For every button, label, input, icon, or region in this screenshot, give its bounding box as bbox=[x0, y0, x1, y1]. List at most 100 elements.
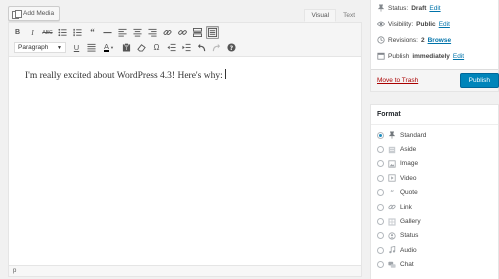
visibility-row: Visibility: Public Edit bbox=[371, 16, 498, 32]
post-content-area[interactable]: I'm really excited about WordPress 4.3! … bbox=[9, 57, 361, 93]
format-option-link[interactable]: Link bbox=[371, 200, 498, 214]
add-media-label: Add Media bbox=[23, 10, 55, 17]
post-content-text: I'm really excited about WordPress 4.3! … bbox=[25, 71, 223, 81]
publish-button[interactable]: Publish bbox=[459, 73, 499, 88]
visibility-label: Visibility: bbox=[388, 20, 414, 28]
italic-icon[interactable]: I bbox=[26, 26, 39, 39]
format-radio[interactable] bbox=[377, 261, 384, 269]
format-select[interactable]: Paragraph ▼ bbox=[14, 42, 66, 53]
publish-box: Status: Draft Edit Visibility: Public Ed… bbox=[370, 0, 499, 92]
justify-icon[interactable] bbox=[85, 41, 98, 54]
link-icon[interactable] bbox=[161, 26, 174, 39]
media-icon bbox=[12, 9, 22, 19]
format-radio[interactable] bbox=[377, 146, 384, 154]
image-icon bbox=[388, 160, 396, 168]
format-option-gallery[interactable]: Gallery bbox=[371, 214, 498, 228]
pin-icon bbox=[388, 131, 396, 139]
horizontal-rule-icon[interactable] bbox=[101, 26, 114, 39]
bullet-list-icon[interactable] bbox=[56, 26, 69, 39]
gallery-icon bbox=[388, 217, 396, 226]
move-to-trash-link[interactable]: Move to Trash bbox=[377, 77, 418, 84]
format-radio[interactable] bbox=[377, 174, 384, 182]
revisions-row: Revisions: 2 Browse bbox=[371, 32, 498, 48]
paste-text-icon[interactable]: T bbox=[120, 41, 133, 54]
editor-box: B I ABC “ Paragraph ▼ U A ▼ T Ω ? I'm re… bbox=[8, 22, 362, 277]
format-option-label: Standard bbox=[400, 131, 427, 139]
toolbar-row-1: B I ABC “ bbox=[11, 25, 359, 40]
format-option-standard[interactable]: Standard bbox=[371, 128, 498, 142]
add-media-button[interactable]: Add Media bbox=[8, 6, 61, 21]
underline-icon[interactable]: U bbox=[70, 41, 83, 54]
eye-icon bbox=[377, 20, 385, 28]
format-option-chat[interactable]: Chat bbox=[371, 258, 498, 272]
post-editor: Add Media Visual Text B I ABC “ Paragrap… bbox=[0, 0, 362, 279]
tab-text[interactable]: Text bbox=[336, 9, 362, 22]
toolbar-toggle-icon[interactable] bbox=[206, 26, 219, 39]
format-option-audio[interactable]: Audio bbox=[371, 243, 498, 257]
text-color-icon[interactable]: A ▼ bbox=[100, 41, 118, 54]
format-option-label: Audio bbox=[400, 246, 417, 254]
calendar-icon bbox=[377, 52, 385, 60]
format-radio[interactable] bbox=[377, 131, 384, 139]
format-option-label: Gallery bbox=[400, 218, 421, 226]
format-option-quote[interactable]: “ Quote bbox=[371, 186, 498, 200]
audio-icon bbox=[388, 246, 396, 254]
numbered-list-icon[interactable] bbox=[71, 26, 84, 39]
editor-tabs: Visual Text bbox=[304, 9, 362, 22]
strikethrough-icon[interactable]: ABC bbox=[41, 26, 54, 39]
outdent-icon[interactable] bbox=[165, 41, 178, 54]
pin-icon bbox=[377, 4, 385, 12]
format-radio[interactable] bbox=[377, 160, 384, 168]
format-option-aside[interactable]: Aside bbox=[371, 142, 498, 156]
chat-icon bbox=[388, 261, 396, 269]
format-option-label: Aside bbox=[400, 146, 417, 154]
format-option-label: Image bbox=[400, 160, 419, 168]
align-left-icon[interactable] bbox=[116, 26, 129, 39]
revisions-label: Revisions: bbox=[388, 36, 418, 44]
publish-time-label: Publish bbox=[388, 52, 410, 60]
svg-text:T: T bbox=[124, 46, 128, 52]
format-option-label: Status bbox=[400, 232, 419, 240]
format-radio[interactable] bbox=[377, 218, 384, 226]
indent-icon[interactable] bbox=[180, 41, 193, 54]
unlink-icon[interactable] bbox=[176, 26, 189, 39]
format-option-video[interactable]: Video bbox=[371, 171, 498, 185]
read-more-icon[interactable] bbox=[191, 26, 204, 39]
format-radio[interactable] bbox=[377, 246, 384, 254]
format-option-label: Chat bbox=[400, 261, 414, 269]
publish-time-row: Publish immediately Edit bbox=[371, 48, 498, 64]
help-icon[interactable]: ? bbox=[225, 41, 238, 54]
bold-icon[interactable]: B bbox=[11, 26, 24, 39]
format-option-label: Video bbox=[400, 174, 417, 182]
format-radio[interactable] bbox=[377, 203, 384, 211]
format-option-status[interactable]: Status bbox=[371, 229, 498, 243]
publish-actions: Move to Trash Publish bbox=[371, 69, 499, 91]
blockquote-icon[interactable]: “ bbox=[86, 26, 99, 39]
format-option-image[interactable]: Image bbox=[371, 157, 498, 171]
revisions-browse-link[interactable]: Browse bbox=[428, 37, 451, 44]
tab-visual[interactable]: Visual bbox=[304, 9, 337, 22]
undo-icon[interactable] bbox=[195, 41, 208, 54]
format-option-label: Quote bbox=[400, 189, 418, 197]
visibility-value: Public bbox=[416, 20, 436, 28]
sidebar: Status: Draft Edit Visibility: Public Ed… bbox=[370, 0, 499, 279]
video-icon bbox=[388, 174, 396, 182]
text-cursor bbox=[224, 69, 226, 79]
publish-time-edit-link[interactable]: Edit bbox=[453, 53, 464, 60]
status-edit-link[interactable]: Edit bbox=[429, 5, 440, 12]
svg-text:“: “ bbox=[390, 189, 394, 197]
status-label: Status: bbox=[388, 4, 409, 12]
aside-icon bbox=[388, 146, 396, 154]
special-character-icon[interactable]: Ω bbox=[150, 41, 163, 54]
format-radio[interactable] bbox=[377, 189, 384, 197]
redo-icon[interactable] bbox=[210, 41, 223, 54]
quote-icon: “ bbox=[388, 189, 396, 197]
status-value: Draft bbox=[411, 4, 427, 12]
align-center-icon[interactable] bbox=[131, 26, 144, 39]
align-right-icon[interactable] bbox=[146, 26, 159, 39]
format-radio[interactable] bbox=[377, 232, 384, 240]
revisions-value: 2 bbox=[420, 36, 425, 44]
visibility-edit-link[interactable]: Edit bbox=[439, 21, 450, 28]
element-path[interactable]: p bbox=[13, 268, 16, 274]
clear-formatting-icon[interactable] bbox=[135, 41, 148, 54]
